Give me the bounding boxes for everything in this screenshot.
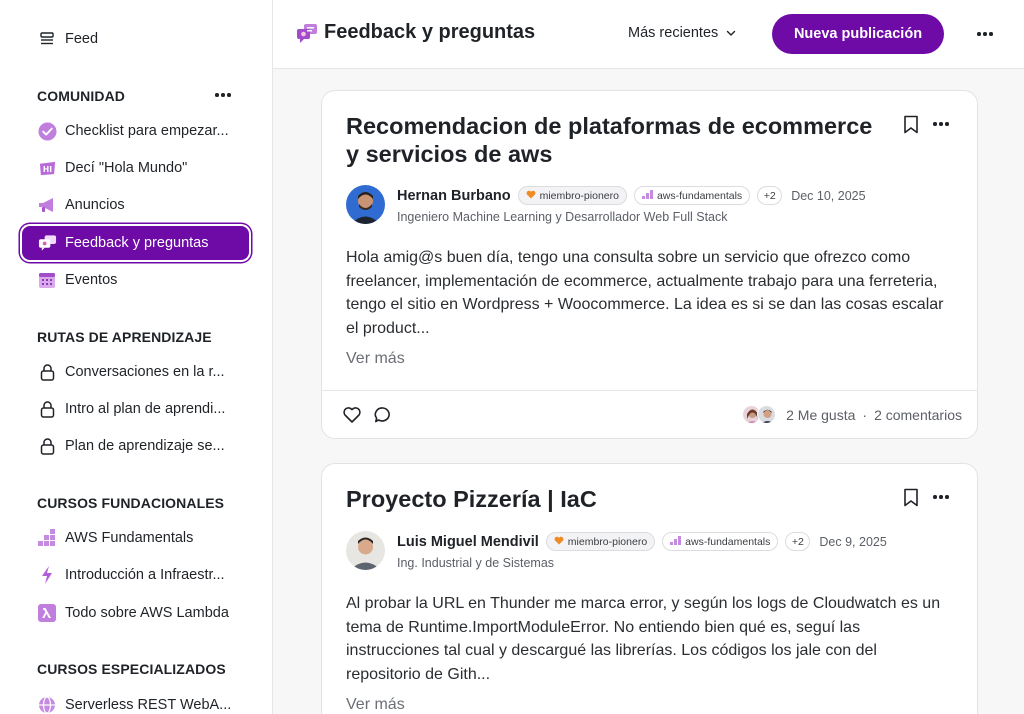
liked-by-avatars[interactable] xyxy=(742,405,777,424)
sidebar-item-label: Conversaciones en la r... xyxy=(65,364,225,380)
sidebar-item-label: Introducción a Infraestr... xyxy=(65,567,225,583)
heart-badge-icon xyxy=(554,536,564,548)
bookmark-icon[interactable] xyxy=(903,488,921,508)
sidebar-item-label: Decí "Hola Mundo" xyxy=(65,160,188,176)
section-title-rutas: RUTAS DE APRENDIZAJE xyxy=(37,329,212,345)
more-tags-count[interactable]: +2 xyxy=(757,186,783,205)
section-title-comunidad: COMUNIDAD xyxy=(37,88,126,104)
avatar xyxy=(757,405,777,424)
section-more-icon[interactable] xyxy=(214,86,232,104)
member-badge-label: miembro-pionero xyxy=(539,189,619,202)
page-header: Feedback y preguntas Más recientes Nueva… xyxy=(273,0,1024,69)
sidebar-item-label: Serverless REST WebA... xyxy=(65,697,232,713)
sidebar-item-hola-mundo[interactable]: HI Decí "Hola Mundo" xyxy=(22,151,249,185)
likes-count[interactable]: 2 Me gusta xyxy=(786,407,855,423)
member-badge-label: miembro-pionero xyxy=(567,535,648,548)
check-circle-icon xyxy=(37,121,57,141)
new-post-button[interactable]: Nueva publicación xyxy=(772,14,944,54)
sidebar-item-aws-lambda[interactable]: Todo sobre AWS Lambda xyxy=(22,596,249,630)
chat-bubbles-icon xyxy=(37,233,57,253)
post-more-icon[interactable] xyxy=(930,115,952,133)
chat-bubbles-icon xyxy=(296,23,318,45)
card-divider xyxy=(322,390,977,391)
bookmark-icon[interactable] xyxy=(903,115,921,135)
sidebar-item-label: Todo sobre AWS Lambda xyxy=(65,605,229,621)
post-excerpt[interactable]: Al probar la URL en Thunder me marca err… xyxy=(346,592,956,686)
member-badge: miembro-pionero xyxy=(517,186,627,205)
globe-icon xyxy=(37,695,57,714)
bar-blocks-icon xyxy=(670,535,682,548)
sidebar-item-infraestructura[interactable]: Introducción a Infraestr... xyxy=(22,558,249,592)
lambda-icon xyxy=(37,603,57,623)
bar-blocks-icon xyxy=(37,528,57,548)
sidebar-item-label: Plan de aprendizaje se... xyxy=(65,438,225,454)
comment-icon[interactable] xyxy=(373,405,393,425)
sidebar-item-label: AWS Fundamentals xyxy=(65,530,194,546)
sort-label: Más recientes xyxy=(628,25,719,41)
calendar-icon xyxy=(37,270,57,290)
post-card[interactable]: Proyecto Pizzería | IaC Luis Miguel Mend… xyxy=(321,463,978,714)
sidebar-item-label: Feedback y preguntas xyxy=(65,235,209,251)
sidebar-item-feedback[interactable]: Feedback y preguntas xyxy=(22,226,249,260)
heart-badge-icon xyxy=(526,190,536,202)
lock-icon xyxy=(37,362,57,382)
sidebar-item-intro-plan[interactable]: Intro al plan de aprendi... xyxy=(22,392,249,426)
hi-sign-icon: HI xyxy=(37,158,57,178)
read-more-link[interactable]: Ver más xyxy=(346,350,405,368)
sidebar-item-conversaciones[interactable]: Conversaciones en la r... xyxy=(22,355,249,389)
sidebar-item-label: Eventos xyxy=(65,272,118,288)
section-title-especializados: CURSOS ESPECIALIZADOS xyxy=(37,661,226,677)
heart-icon[interactable] xyxy=(342,405,362,425)
read-more-link[interactable]: Ver más xyxy=(346,696,405,714)
page-title: Feedback y preguntas xyxy=(324,21,536,43)
post-card[interactable]: Recomendacion de plataformas de ecommerc… xyxy=(321,90,978,439)
svg-text:HI: HI xyxy=(42,164,51,173)
more-options-icon[interactable] xyxy=(975,25,995,43)
author-headline: Ingeniero Machine Learning y Desarrollad… xyxy=(397,210,728,224)
lightning-icon xyxy=(37,565,57,585)
sort-dropdown[interactable]: Más recientes xyxy=(628,25,736,41)
post-date: Dec 9, 2025 xyxy=(819,534,887,549)
sidebar-item-aws-fundamentals[interactable]: AWS Fundamentals xyxy=(22,521,249,555)
sidebar-item-plan-aprendizaje[interactable]: Plan de aprendizaje se... xyxy=(22,429,249,463)
chevron-down-icon xyxy=(726,25,736,41)
author-headline: Ing. Industrial y de Sistemas xyxy=(397,556,555,570)
section-title-fundacionales: CURSOS FUNDACIONALES xyxy=(37,495,225,511)
post-title[interactable]: Proyecto Pizzería | IaC xyxy=(346,485,886,513)
post-more-icon[interactable] xyxy=(930,488,952,506)
post-title[interactable]: Recomendacion de plataformas de ecommerc… xyxy=(346,112,886,168)
author-row: Luis Miguel Mendivil miembro-pionero aws… xyxy=(397,532,887,551)
post-stats: 2 Me gusta · 2 comentarios xyxy=(742,405,962,424)
megaphone-icon xyxy=(37,195,57,215)
avatar[interactable] xyxy=(346,531,385,570)
avatar[interactable] xyxy=(346,185,385,224)
sidebar-item-label: Anuncios xyxy=(65,197,125,213)
sidebar-item-label: Feed xyxy=(65,31,99,47)
lock-icon xyxy=(37,399,57,419)
member-badge: miembro-pionero xyxy=(545,532,656,551)
course-tag[interactable]: aws-fundamentals xyxy=(662,532,779,551)
sidebar-item-serverless[interactable]: Serverless REST WebA... xyxy=(22,688,249,714)
comments-count[interactable]: 2 comentarios xyxy=(874,407,962,423)
lock-icon xyxy=(37,436,57,456)
course-tag-label: aws-fundamentals xyxy=(656,189,743,202)
stats-separator: · xyxy=(862,406,868,423)
sidebar-item-anuncios[interactable]: Anuncios xyxy=(22,188,249,222)
feed-icon xyxy=(37,29,57,49)
post-excerpt[interactable]: Hola amig@s buen día, tengo una consulta… xyxy=(346,246,956,340)
more-tags-count[interactable]: +2 xyxy=(785,532,811,551)
post-date: Dec 10, 2025 xyxy=(791,188,866,203)
author-name[interactable]: Luis Miguel Mendivil xyxy=(397,534,539,550)
course-tag[interactable]: aws-fundamentals xyxy=(633,186,751,205)
sidebar-item-checklist[interactable]: Checklist para empezar... xyxy=(22,114,249,148)
sidebar-item-label: Checklist para empezar... xyxy=(65,123,229,139)
author-name[interactable]: Hernan Burbano xyxy=(397,188,511,204)
bar-blocks-icon xyxy=(641,189,653,202)
sidebar-item-label: Intro al plan de aprendi... xyxy=(65,401,226,417)
sidebar-item-eventos[interactable]: Eventos xyxy=(22,263,249,297)
course-tag-label: aws-fundamentals xyxy=(685,535,771,548)
sidebar-item-feed[interactable]: Feed xyxy=(22,22,249,56)
sidebar: Feed COMUNIDAD Checklist para empezar...… xyxy=(0,0,273,714)
author-row: Hernan Burbano miembro-pionero aws-funda… xyxy=(397,186,866,205)
